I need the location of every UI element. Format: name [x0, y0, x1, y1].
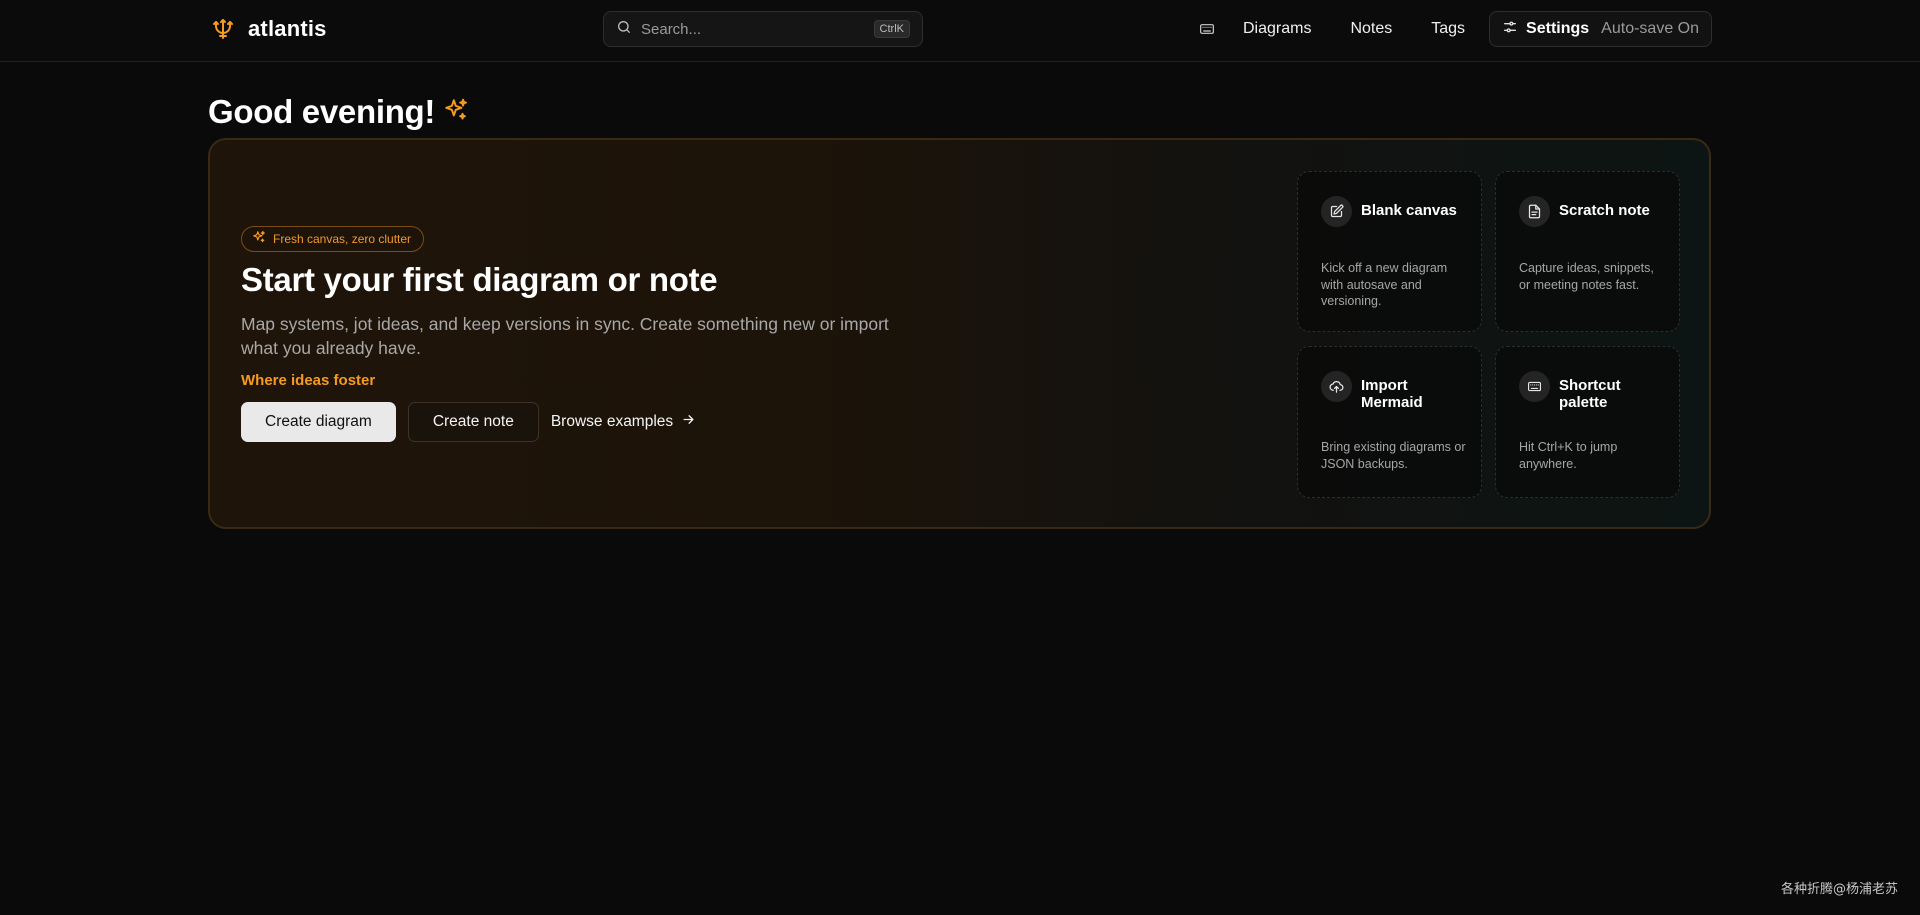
sparkles-icon	[252, 230, 266, 249]
settings-label: Settings	[1526, 20, 1590, 37]
greeting: Good evening!	[208, 92, 469, 132]
card-title: Shortcut palette	[1559, 377, 1621, 411]
nav-diagrams[interactable]: Diagrams	[1243, 20, 1311, 38]
nav-tags[interactable]: Tags	[1431, 20, 1465, 38]
brand-name: atlantis	[248, 16, 327, 41]
card-title: Import Mermaid	[1361, 377, 1423, 411]
browse-examples-link[interactable]: Browse examples	[551, 402, 696, 442]
arrow-right-icon	[681, 412, 696, 432]
document-icon	[1519, 196, 1550, 227]
top-bar: atlantis CtrlK Diagrams Notes Tags	[0, 0, 1920, 62]
card-body: Hit Ctrl+K to jump anywhere.	[1519, 440, 1618, 471]
card-shortcut-palette[interactable]: Shortcut palette Hit Ctrl+K to jump anyw…	[1495, 346, 1680, 498]
main-nav: Diagrams Notes Tags Settings Auto-save O…	[1193, 11, 1712, 47]
sparkles-icon	[443, 97, 469, 128]
search-input[interactable]	[641, 20, 865, 38]
watermark-text: 各种折腾@杨浦老苏	[1780, 882, 1898, 897]
hero-title: Start your first diagram or note	[241, 261, 718, 298]
hero-actions: Create diagram Create note Browse exampl…	[241, 402, 696, 442]
card-title: Scratch note	[1559, 202, 1650, 219]
pencil-square-icon	[1321, 196, 1352, 227]
cloud-upload-icon	[1321, 371, 1352, 402]
brand[interactable]: atlantis	[210, 14, 327, 44]
hero-description: Map systems, jot ideas, and keep version…	[241, 314, 889, 358]
trident-logo-icon	[210, 16, 236, 42]
keyboard-icon	[1519, 371, 1550, 402]
search-icon	[616, 19, 632, 40]
search-bar[interactable]: CtrlK	[603, 11, 923, 47]
search-shortcut-badge: CtrlK	[873, 20, 910, 38]
sliders-icon	[1502, 19, 1518, 40]
settings-button[interactable]: Settings Auto-save On	[1489, 11, 1712, 47]
greeting-title: Good evening!	[208, 93, 436, 130]
quick-start-cards: Blank canvas Kick off a new diagram with…	[1297, 171, 1680, 498]
card-body: Kick off a new diagram with autosave and…	[1321, 261, 1448, 308]
create-note-button[interactable]: Create note	[407, 402, 539, 442]
card-scratch-note[interactable]: Scratch note Capture ideas, snippets, or…	[1495, 171, 1680, 332]
keyboard-icon	[1200, 24, 1214, 34]
card-title: Blank canvas	[1361, 202, 1457, 219]
keyboard-shortcuts-button[interactable]	[1193, 15, 1221, 43]
create-diagram-button[interactable]: Create diagram	[241, 402, 396, 442]
hero-panel: Fresh canvas, zero clutter Start your fi…	[208, 138, 1711, 529]
hero-tagline: Where ideas foster	[241, 372, 376, 389]
hero-pill: Fresh canvas, zero clutter	[241, 226, 425, 252]
hero-pill-text: Fresh canvas, zero clutter	[273, 232, 412, 246]
card-blank-canvas[interactable]: Blank canvas Kick off a new diagram with…	[1297, 171, 1482, 332]
card-import-mermaid[interactable]: Import Mermaid Bring existing diagrams o…	[1297, 346, 1482, 498]
card-body: Capture ideas, snippets, or meeting note…	[1519, 261, 1654, 292]
nav-notes[interactable]: Notes	[1350, 20, 1392, 38]
autosave-status: Auto-save On	[1601, 20, 1699, 37]
browse-examples-label: Browse examples	[550, 413, 674, 430]
card-body: Bring existing diagrams or JSON backups.	[1321, 440, 1466, 471]
